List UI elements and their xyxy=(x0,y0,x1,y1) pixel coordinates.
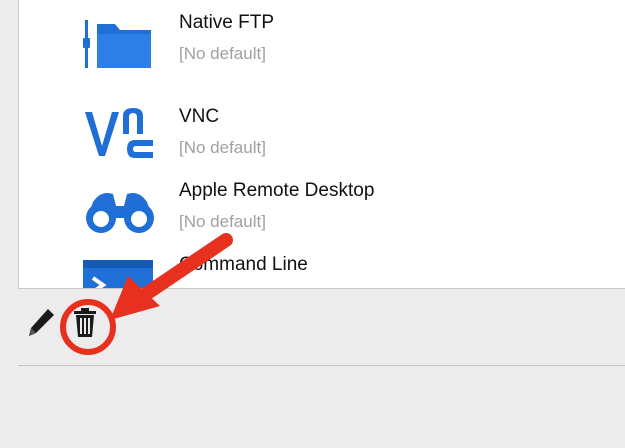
item-name: Apple Remote Desktop xyxy=(179,180,375,201)
item-name: Command Line xyxy=(179,254,308,275)
terminal-icon xyxy=(83,260,153,288)
connection-types-list: Native FTP [No default] VNC [No default]… xyxy=(18,0,625,289)
delete-button[interactable] xyxy=(70,305,100,339)
edit-button[interactable] xyxy=(26,305,56,339)
item-name: VNC xyxy=(179,106,220,127)
folder-icon xyxy=(83,20,151,68)
pencil-icon xyxy=(29,309,54,336)
item-default: [No default] xyxy=(179,44,266,63)
trash-icon xyxy=(74,308,96,337)
vnc-logo-icon xyxy=(85,108,153,158)
binoculars-icon xyxy=(86,193,154,233)
item-name: Native FTP xyxy=(179,12,275,33)
item-default: [No default] xyxy=(179,138,266,157)
item-default: [No default] xyxy=(179,212,266,231)
list-toolbar xyxy=(18,289,625,366)
